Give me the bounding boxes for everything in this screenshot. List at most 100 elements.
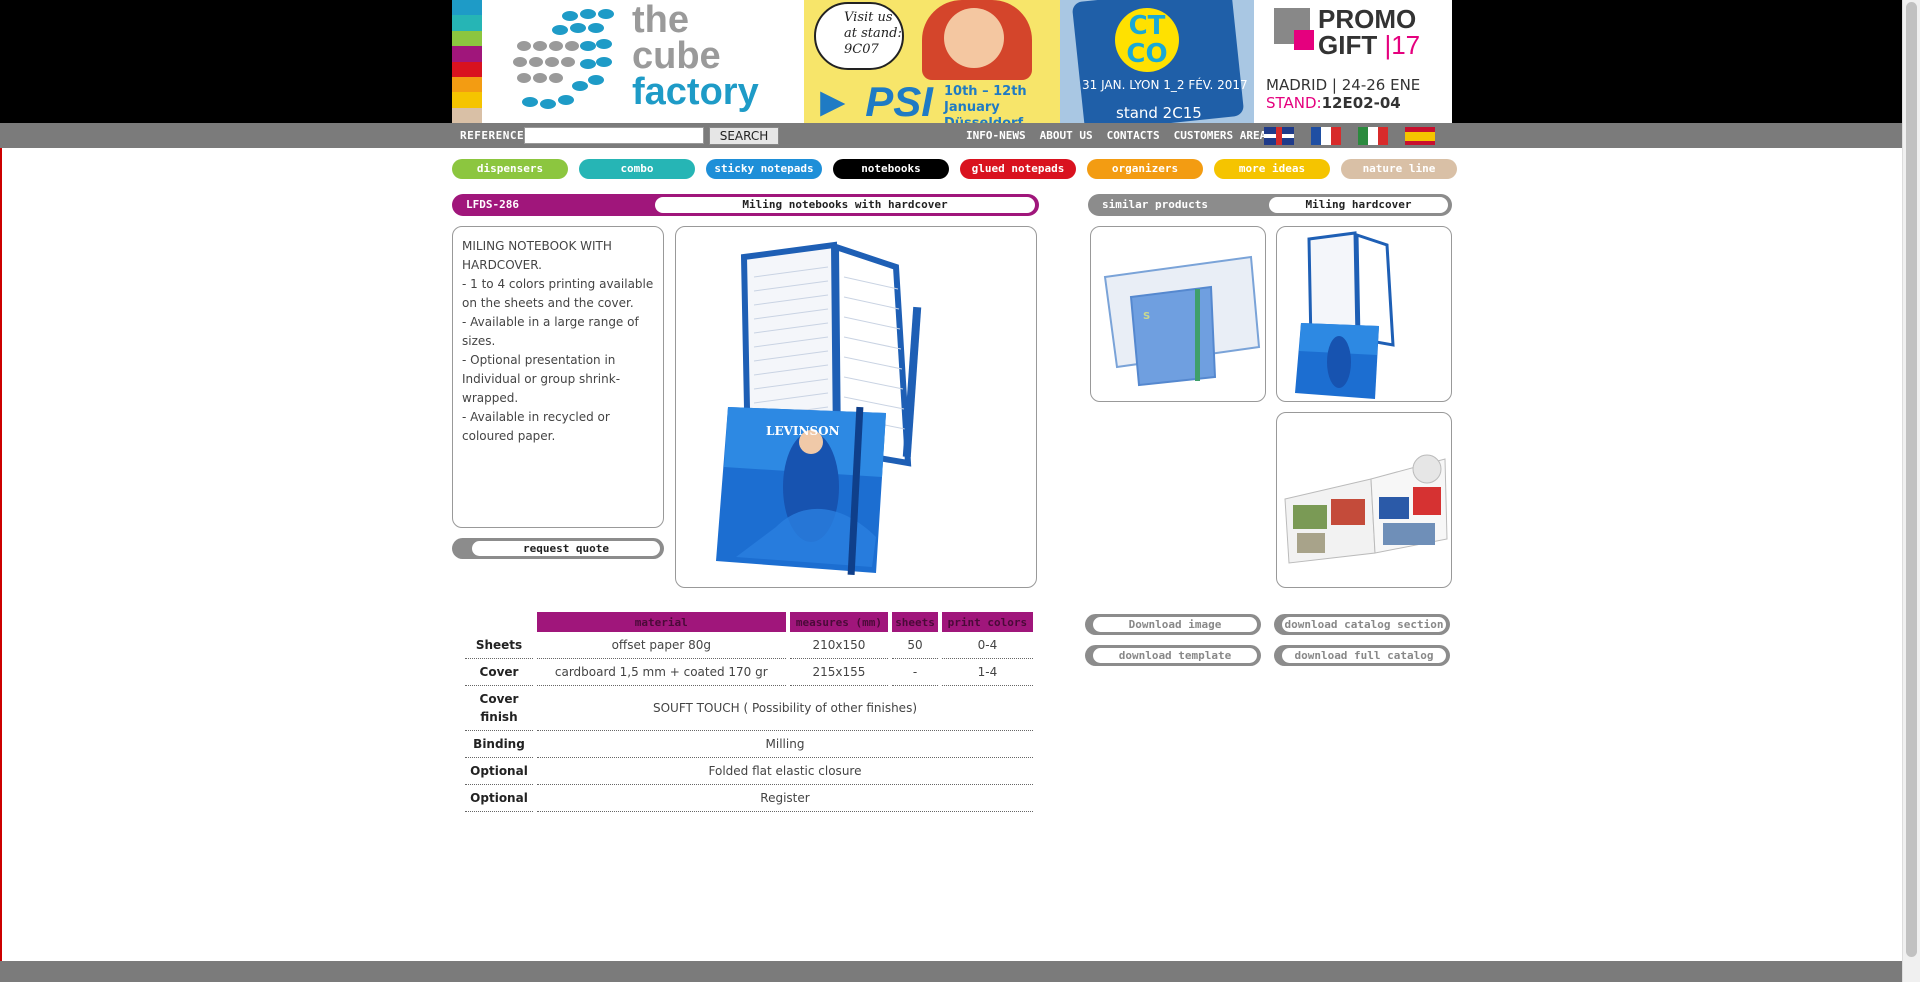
table-row: Optional Register bbox=[465, 785, 1033, 812]
download-full-catalog-button[interactable]: download full catalog bbox=[1274, 645, 1450, 666]
table-cell: Milling bbox=[537, 731, 1033, 758]
download-catalog-section-button[interactable]: download catalog section bbox=[1274, 614, 1450, 635]
row-label: Optional bbox=[465, 758, 533, 785]
category-notebooks[interactable]: notebooks bbox=[833, 159, 949, 179]
menu-bar: REFERENCE: SEARCH INFO-NEWS ABOUT US CON… bbox=[0, 123, 1902, 148]
download-image-button[interactable]: Download image bbox=[1085, 614, 1261, 635]
table-row: Cover finish SOUFT TOUCH ( Possibility o… bbox=[465, 686, 1033, 731]
similar-products-value: Miling hardcover bbox=[1269, 197, 1448, 213]
table-cell: 50 bbox=[892, 632, 938, 659]
vertical-scrollbar[interactable] bbox=[1902, 0, 1920, 982]
top-nav: INFO-NEWS ABOUT US CONTACTS CUSTOMERS AR… bbox=[966, 129, 1266, 142]
ctco-stand: stand 2C15 bbox=[1116, 104, 1202, 122]
request-quote-button[interactable]: request quote bbox=[452, 538, 664, 559]
open-catalog-illustration bbox=[1284, 454, 1448, 564]
product-description: MILING NOTEBOOK WITH HARDCOVER. - 1 to 4… bbox=[452, 226, 664, 528]
france-flag-icon[interactable] bbox=[1311, 127, 1341, 145]
download-template-button[interactable]: download template bbox=[1085, 645, 1261, 666]
category-nature-line[interactable]: nature line bbox=[1341, 159, 1457, 179]
table-cell: 215x155 bbox=[789, 659, 889, 686]
category-sticky-notepads[interactable]: sticky notepads bbox=[706, 159, 822, 179]
pinup-face bbox=[944, 8, 1004, 68]
notebook-thumb-illustration bbox=[1295, 231, 1395, 399]
row-label: Cover bbox=[465, 659, 533, 686]
promo-title: PROMO GIFT |17 bbox=[1318, 6, 1420, 58]
similar-product-thumb[interactable]: S bbox=[1090, 226, 1266, 402]
nav-about-us[interactable]: ABOUT US bbox=[1040, 129, 1093, 142]
psi-speech-bubble: Visit us at stand: 9C07 bbox=[814, 2, 904, 70]
main-product-image[interactable]: LEVINSON bbox=[675, 226, 1037, 588]
category-glued-notepads[interactable]: glued notepads bbox=[960, 159, 1076, 179]
footer-bar bbox=[0, 961, 1902, 982]
promo-stand: STAND:12E02-04 bbox=[1266, 94, 1401, 112]
ctco-logo: CT CO bbox=[1115, 8, 1179, 72]
spec-header-sheets: sheets bbox=[892, 612, 938, 632]
table-cell: 1-4 bbox=[941, 659, 1033, 686]
table-row: Binding Milling bbox=[465, 731, 1033, 758]
scrollbar-thumb[interactable] bbox=[1906, 2, 1917, 957]
category-nav: dispensers combo sticky notepads noteboo… bbox=[452, 159, 1457, 179]
psi-dates: 10th – 12th January Düsseldorf 2017 bbox=[944, 84, 1027, 123]
description-line: MILING NOTEBOOK WITH HARDCOVER. bbox=[462, 239, 612, 272]
spec-header-blank bbox=[465, 612, 533, 632]
psi-fair-ad[interactable]: Visit us at stand: 9C07 ► PSI 10th – 12t… bbox=[804, 0, 1060, 123]
request-quote-label: request quote bbox=[472, 541, 660, 556]
table-cell: 0-4 bbox=[941, 632, 1033, 659]
download-catalog-section-label: download catalog section bbox=[1282, 617, 1446, 632]
uk-flag-icon[interactable] bbox=[1264, 127, 1294, 145]
row-label: Optional bbox=[465, 785, 533, 812]
search-button[interactable]: SEARCH bbox=[709, 127, 779, 145]
nav-contacts[interactable]: CONTACTS bbox=[1107, 129, 1160, 142]
similar-products-bar: similar products Miling hardcover bbox=[1088, 194, 1452, 216]
download-full-catalog-label: download full catalog bbox=[1282, 648, 1446, 663]
psi-name: PSI bbox=[865, 78, 933, 123]
download-image-label: Download image bbox=[1093, 617, 1257, 632]
header-banner: the cube factory Visit us at stand: 9C07… bbox=[0, 0, 1902, 123]
ctco-fair-ad[interactable]: CT CO 31 JAN. LYON 1_2 FÉV. 2017 stand 2… bbox=[1060, 0, 1254, 123]
product-title-bar: LFDS-286 Miling notebooks with hardcover bbox=[452, 194, 1039, 216]
table-cell: 210x150 bbox=[789, 632, 889, 659]
reference-input[interactable] bbox=[524, 127, 704, 144]
table-cell: - bbox=[892, 659, 938, 686]
logo-text: the cube factory bbox=[632, 0, 759, 113]
banner-strip: the cube factory Visit us at stand: 9C07… bbox=[452, 0, 1452, 123]
psi-logo: ► PSI bbox=[812, 78, 933, 123]
category-dispensers[interactable]: dispensers bbox=[452, 159, 568, 179]
table-cell: cardboard 1,5 mm + coated 170 gr bbox=[537, 659, 786, 686]
reference-label: REFERENCE: bbox=[460, 129, 532, 142]
logo-line-1: the bbox=[632, 0, 689, 41]
description-line: - 1 to 4 colors printing available on th… bbox=[462, 277, 654, 310]
italy-flag-icon[interactable] bbox=[1358, 127, 1388, 145]
nav-info-news[interactable]: INFO-NEWS bbox=[966, 129, 1026, 142]
notebook-illustration: LEVINSON bbox=[716, 241, 922, 576]
color-stripes bbox=[452, 0, 482, 123]
row-label: Cover finish bbox=[465, 686, 533, 731]
cube-dots-icon bbox=[513, 9, 614, 109]
similar-products-label: similar products bbox=[1102, 198, 1208, 211]
table-cell: offset paper 80g bbox=[537, 632, 786, 659]
similar-product-thumb[interactable] bbox=[1276, 226, 1452, 402]
similar-product-thumb[interactable] bbox=[1276, 412, 1452, 588]
category-combo[interactable]: combo bbox=[579, 159, 695, 179]
svg-text:S: S bbox=[1143, 311, 1150, 322]
reference-search-bar: REFERENCE: SEARCH INFO-NEWS ABOUT US CON… bbox=[452, 123, 1452, 148]
promogift-fair-ad[interactable]: PROMO GIFT |17 MADRID | 24-26 ENE STAND:… bbox=[1254, 0, 1452, 123]
row-label: Sheets bbox=[465, 632, 533, 659]
category-organizers[interactable]: organizers bbox=[1087, 159, 1203, 179]
description-line: - Optional presentation in Individual or… bbox=[462, 353, 621, 405]
description-line: - Available in a large range of sizes. bbox=[462, 315, 639, 348]
spec-header-print-colors: print colors bbox=[941, 612, 1033, 632]
logo-line-3: factory bbox=[632, 71, 759, 113]
spec-header-measures: measures (mm) bbox=[789, 612, 889, 632]
nav-customers-area[interactable]: CUSTOMERS AREA bbox=[1174, 129, 1267, 142]
spain-flag-icon[interactable] bbox=[1405, 127, 1435, 145]
row-label: Binding bbox=[465, 731, 533, 758]
download-template-label: download template bbox=[1093, 648, 1257, 663]
table-cell: Register bbox=[537, 785, 1033, 812]
category-more-ideas[interactable]: more ideas bbox=[1214, 159, 1330, 179]
table-cell: Folded flat elastic closure bbox=[537, 758, 1033, 785]
promo-square-accent-icon bbox=[1294, 30, 1314, 50]
table-cell: SOUFT TOUCH ( Possibility of other finis… bbox=[537, 686, 1033, 731]
cube-factory-logo[interactable]: the cube factory bbox=[452, 0, 804, 123]
spec-header-row: material measures (mm) sheets print colo… bbox=[465, 612, 1033, 632]
